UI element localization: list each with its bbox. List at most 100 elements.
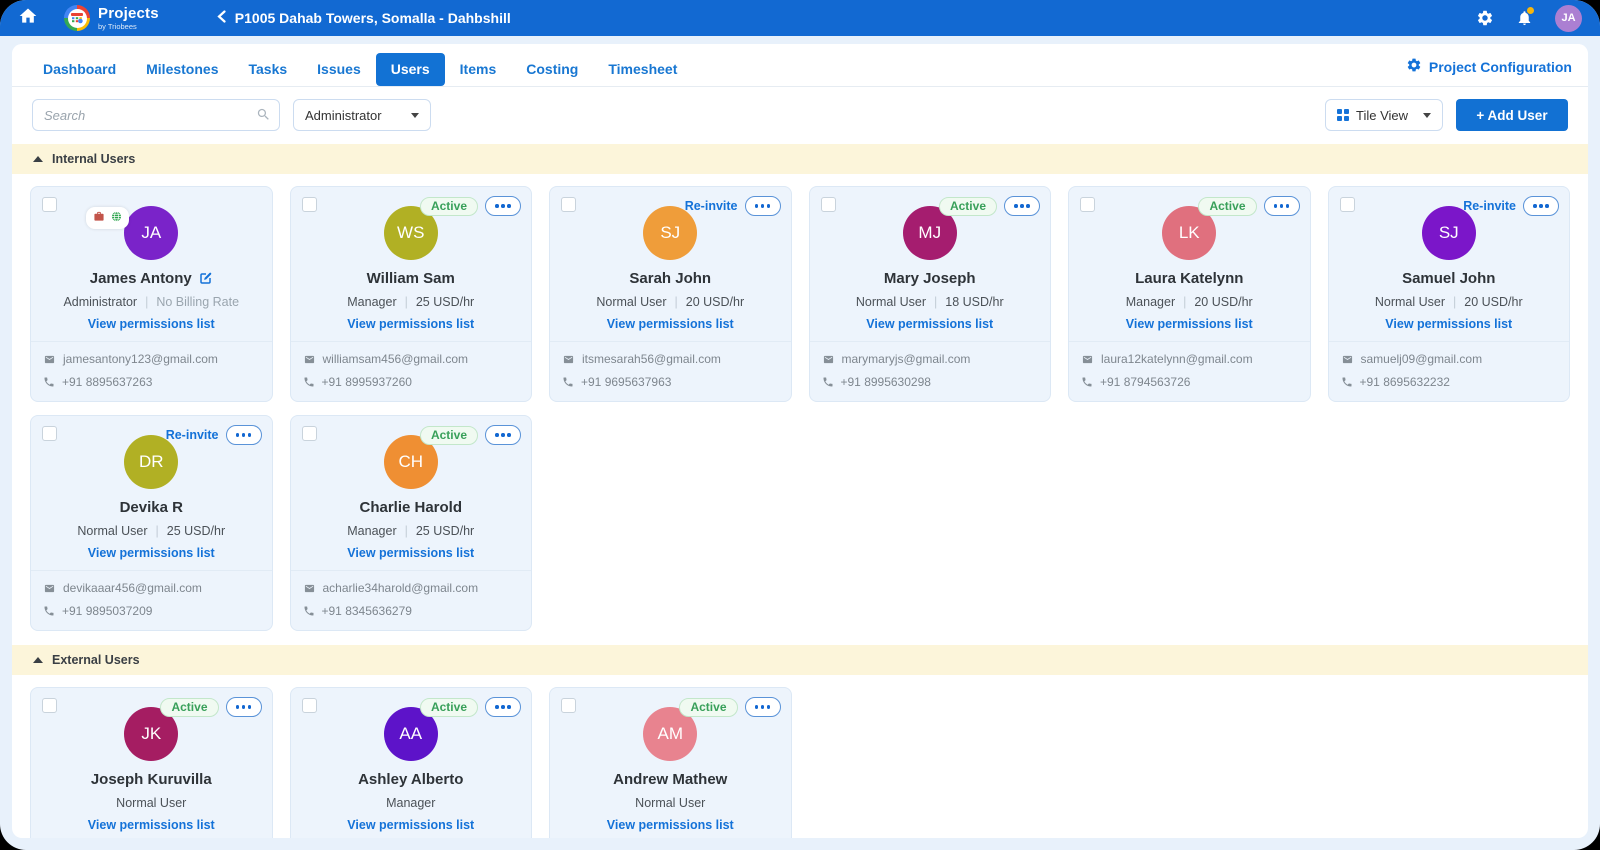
email-icon [43,354,56,365]
card-menu-button[interactable] [485,697,521,717]
user-email: itsmesarah56@gmail.com [582,352,721,366]
user-card: Re-invite SJ Samuel John Normal User | 2… [1328,186,1571,402]
tab-milestones[interactable]: Milestones [131,53,233,86]
project-configuration-button[interactable]: Project Configuration [1406,57,1572,82]
view-permissions-link[interactable]: View permissions list [43,818,260,832]
section-header[interactable]: Internal Users [12,144,1588,174]
collapse-triangle-icon[interactable] [33,156,43,162]
card-menu-button[interactable] [745,196,781,216]
user-phone: +91 9895037209 [62,604,152,618]
tab-costing[interactable]: Costing [511,53,593,86]
collapse-triangle-icon[interactable] [33,657,43,663]
view-permissions-link[interactable]: View permissions list [1341,317,1558,331]
view-mode-select[interactable]: Tile View [1325,99,1443,131]
edit-user-icon[interactable] [198,271,213,286]
notifications-bell-button[interactable] [1516,9,1533,27]
card-menu-button[interactable] [485,196,521,216]
user-select-checkbox[interactable] [1340,197,1355,212]
user-card: Active AA Ashley Alberto Manager | View … [290,687,533,838]
user-role: Manager [347,524,396,538]
tab-bar: DashboardMilestonesTasksIssuesUsersItems… [12,44,1588,87]
user-select-checkbox[interactable] [1080,197,1095,212]
view-permissions-link[interactable]: View permissions list [562,317,779,331]
user-role: Administrator [63,295,137,309]
tab-tasks[interactable]: Tasks [233,53,302,86]
email-icon [1341,354,1354,365]
view-permissions-link[interactable]: View permissions list [43,317,260,331]
home-button[interactable] [18,6,38,31]
user-card: Active JK Joseph Kuruvilla Normal User |… [30,687,273,838]
app-window: Projects by Triobees P1005 Dahab Towers,… [0,0,1600,850]
user-name: William Sam [367,270,455,287]
role-rate-divider: | [145,295,148,309]
tab-users[interactable]: Users [376,53,445,86]
tab-items[interactable]: Items [445,53,512,86]
card-menu-button[interactable] [226,697,262,717]
user-card: Active LK Laura Katelynn Manager | 20 US… [1068,186,1311,402]
back-chevron-icon[interactable] [217,10,226,26]
card-menu-button[interactable] [1523,196,1559,216]
search-icon [256,107,271,127]
user-select-checkbox[interactable] [561,698,576,713]
card-menu-button[interactable] [745,697,781,717]
role-filter-select[interactable]: Administrator [293,99,431,131]
user-rate: 25 USD/hr [416,295,474,309]
reinvite-link[interactable]: Re-invite [1463,199,1516,213]
projects-logo-icon [64,5,90,31]
tab-timesheet[interactable]: Timesheet [593,53,692,86]
phone-icon [303,605,315,617]
reinvite-link[interactable]: Re-invite [685,199,738,213]
view-permissions-link[interactable]: View permissions list [303,546,520,560]
notification-dot [1527,7,1534,14]
view-permissions-link[interactable]: View permissions list [562,818,779,832]
user-phone: +91 8895637263 [62,375,152,389]
user-rate: 25 USD/hr [416,524,474,538]
user-select-checkbox[interactable] [302,197,317,212]
breadcrumb[interactable]: P1005 Dahab Towers, Somalla - Dahbshill [217,10,511,26]
chevron-down-icon [1423,113,1431,118]
view-permissions-link[interactable]: View permissions list [1081,317,1298,331]
app-logo[interactable]: Projects by Triobees [64,5,159,31]
reinvite-link[interactable]: Re-invite [166,428,219,442]
user-avatar[interactable]: JA [1555,5,1582,32]
section-header[interactable]: External Users [12,645,1588,675]
user-rate: 25 USD/hr [167,524,225,538]
user-role: Normal User [116,796,186,810]
search-input[interactable] [32,99,280,131]
user-email: samuelj09@gmail.com [1361,352,1483,366]
user-select-checkbox[interactable] [42,426,57,441]
user-role: Manager [386,796,435,810]
user-select-checkbox[interactable] [561,197,576,212]
view-permissions-link[interactable]: View permissions list [43,546,260,560]
user-role: Normal User [77,524,147,538]
user-name: Joseph Kuruvilla [91,771,212,788]
tab-issues[interactable]: Issues [302,53,376,86]
section-title: External Users [52,653,140,667]
status-badge: Active [679,698,737,717]
card-menu-button[interactable] [485,425,521,445]
tab-dashboard[interactable]: Dashboard [28,53,131,86]
user-select-checkbox[interactable] [821,197,836,212]
user-email: marymaryjs@gmail.com [842,352,971,366]
view-permissions-link[interactable]: View permissions list [303,317,520,331]
settings-gear-button[interactable] [1476,9,1494,27]
user-select-checkbox[interactable] [302,698,317,713]
chevron-down-icon [411,113,419,118]
user-phone: +91 8794563726 [1100,375,1190,389]
card-menu-button[interactable] [1004,196,1040,216]
role-rate-divider: | [1183,295,1186,309]
main-panel: DashboardMilestonesTasksIssuesUsersItems… [12,44,1588,838]
user-rate: 20 USD/hr [686,295,744,309]
user-select-checkbox[interactable] [302,426,317,441]
add-user-button[interactable]: + Add User [1456,99,1568,131]
email-icon [303,583,316,594]
user-email: devikaaar456@gmail.com [63,581,202,595]
view-permissions-link[interactable]: View permissions list [303,818,520,832]
card-menu-button[interactable] [1264,196,1300,216]
status-badge: Active [1198,197,1256,216]
user-select-checkbox[interactable] [42,197,57,212]
card-menu-button[interactable] [226,425,262,445]
user-card: JA James Antony Administrator | No Billi… [30,186,273,402]
user-select-checkbox[interactable] [42,698,57,713]
view-permissions-link[interactable]: View permissions list [822,317,1039,331]
